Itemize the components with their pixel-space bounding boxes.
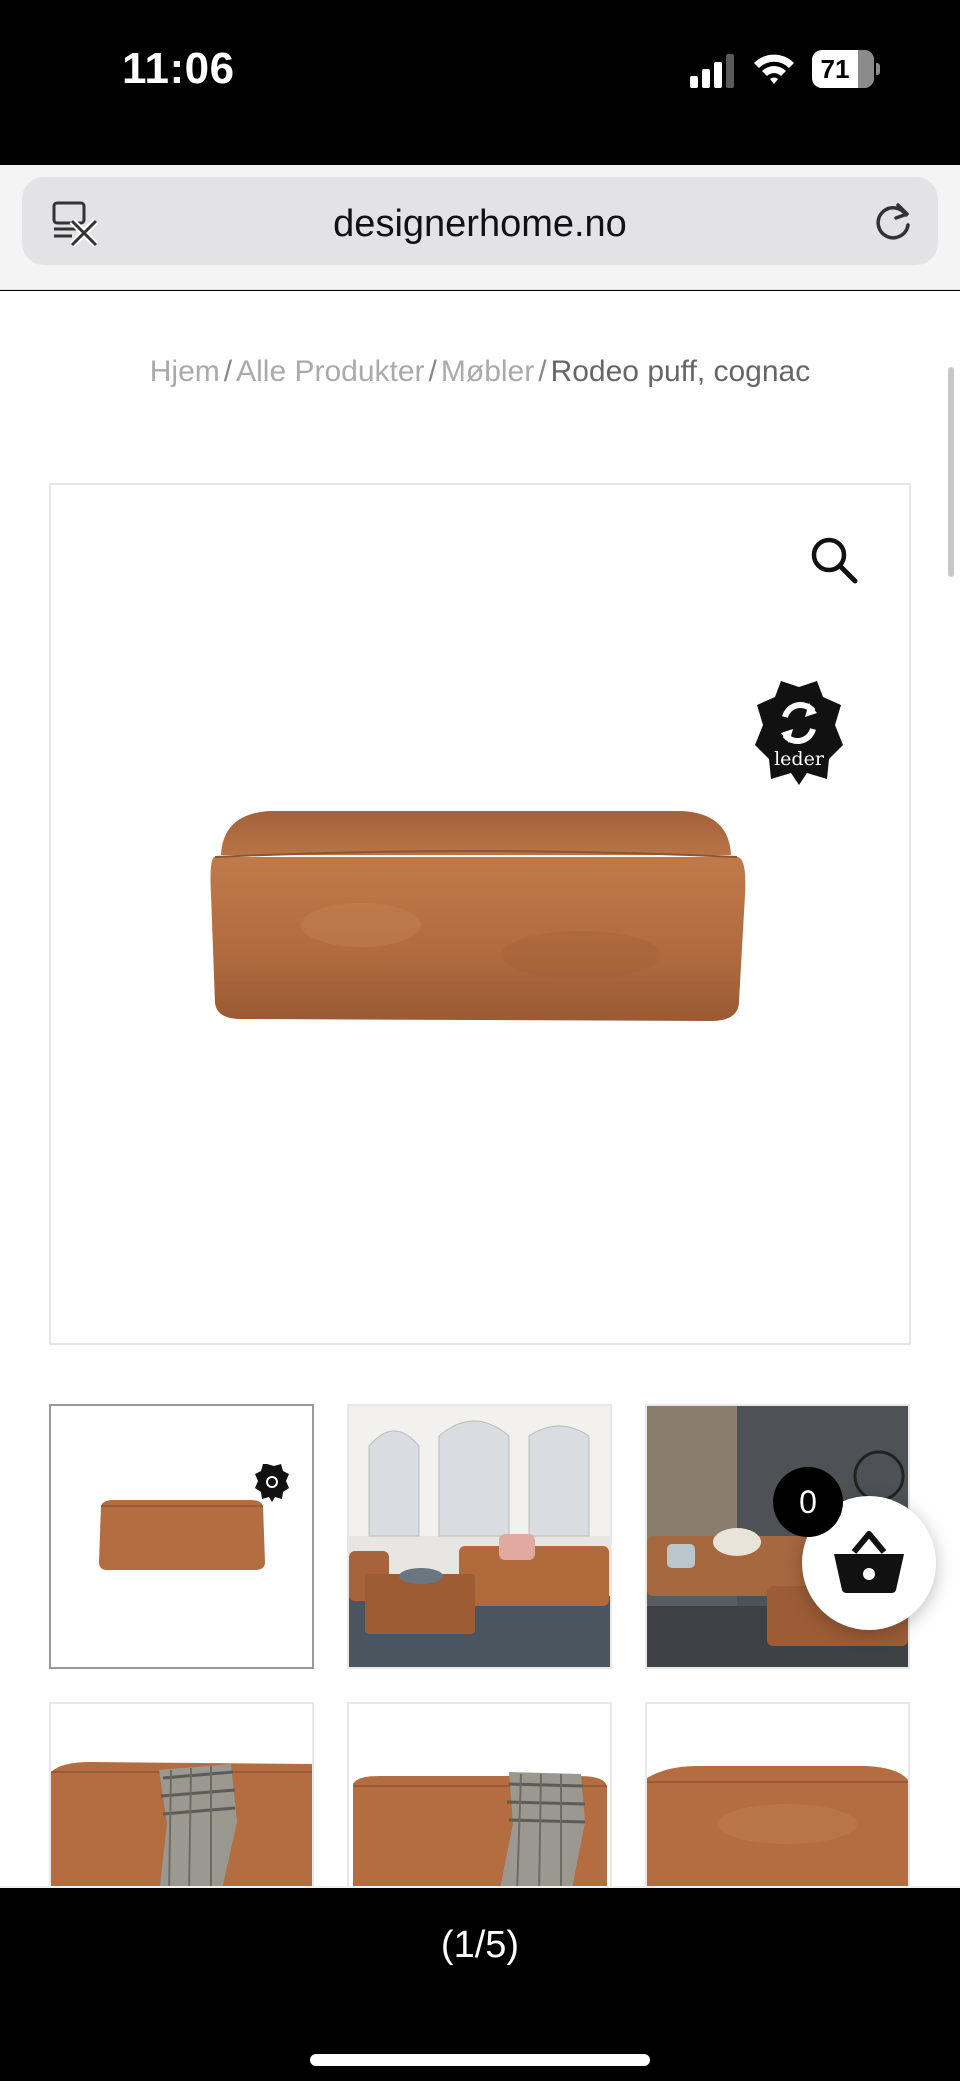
thumbnail-5[interactable] xyxy=(347,1702,612,1886)
breadcrumb-current: Rodeo puff, cognac xyxy=(550,355,811,388)
address-bar[interactable]: designerhome.no xyxy=(22,177,938,265)
signal-icon xyxy=(690,54,734,88)
breadcrumb-home[interactable]: Hjem xyxy=(150,355,220,388)
thumbnail-living-room-image xyxy=(349,1406,610,1667)
thumbnail-pouf-plain-image xyxy=(647,1704,908,1886)
basket-icon xyxy=(834,1531,904,1593)
thumbnail-6[interactable] xyxy=(645,1702,910,1886)
status-bar: 11:06 71 xyxy=(0,0,960,165)
product-main-image[interactable]: leder xyxy=(49,483,911,1345)
thumbnail-pouf-throw-image xyxy=(51,1704,312,1886)
scroll-indicator xyxy=(948,367,954,577)
home-indicator[interactable] xyxy=(310,2054,650,2066)
gallery-bottom-bar: (1/5) xyxy=(0,1886,960,2081)
breadcrumb-all-products[interactable]: Alle Produkter xyxy=(236,355,424,388)
thumbnail-1[interactable] xyxy=(49,1404,314,1669)
status-time: 11:06 xyxy=(122,44,235,93)
breadcrumb-separator: / xyxy=(428,355,437,388)
thumbnail-pouf-throw-front-image xyxy=(349,1704,610,1886)
gallery-counter: (1/5) xyxy=(440,1924,520,1966)
battery-level: 71 xyxy=(820,54,850,84)
reload-icon[interactable] xyxy=(870,199,916,245)
thumbnail-4[interactable] xyxy=(49,1702,314,1886)
cart-count-badge[interactable]: 0 xyxy=(773,1467,843,1537)
leather-badge-icon: leder xyxy=(755,681,843,785)
breadcrumb-separator: / xyxy=(538,355,547,388)
leather-badge-text: leder xyxy=(774,748,825,770)
breadcrumb-separator: / xyxy=(223,355,233,388)
breadcrumb-furniture[interactable]: Møbler xyxy=(441,355,534,388)
product-pouf-image xyxy=(210,811,746,1021)
url-text[interactable]: designerhome.no xyxy=(22,203,938,246)
battery-icon: 71 xyxy=(812,50,880,88)
page-content: Hjem / Alle Produkter / Møbler / Rodeo puff, c… xyxy=(0,291,960,1886)
wifi-icon xyxy=(754,54,794,84)
browser-toolbar: designerhome.no xyxy=(0,165,960,290)
breadcrumb: Hjem / Alle Produkter / Møbler / Rodeo puff, c… xyxy=(0,355,960,389)
zoom-icon[interactable] xyxy=(809,535,859,585)
thumbnail-2[interactable] xyxy=(347,1404,612,1669)
thumbnail-pouf-image xyxy=(99,1464,289,1570)
